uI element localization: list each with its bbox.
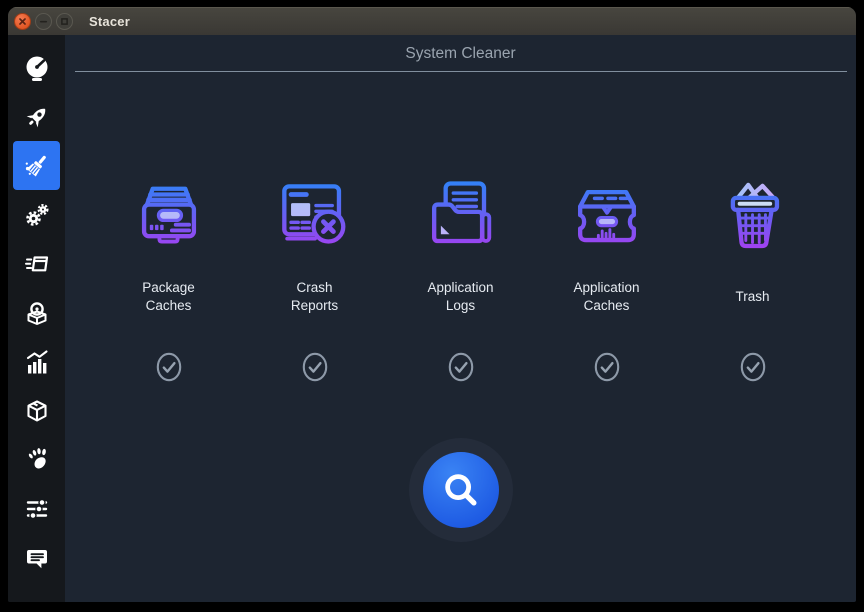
broom-icon <box>23 152 51 180</box>
titlebar: Stacer <box>8 7 856 35</box>
check-circle-icon[interactable] <box>302 352 328 382</box>
category-label: Package Caches <box>126 276 212 318</box>
search-icon <box>440 469 482 511</box>
sidebar <box>8 35 65 602</box>
sidebar-item-settings[interactable] <box>13 484 60 533</box>
check-circle-icon[interactable] <box>448 352 474 382</box>
scan-row <box>65 438 856 542</box>
sliders-icon <box>23 495 51 523</box>
category-trash: Trash <box>680 172 826 382</box>
chat-bubble-icon <box>23 544 51 572</box>
maximize-button[interactable] <box>56 13 73 30</box>
trash-icon <box>707 172 799 264</box>
crash-reports-icon <box>269 172 361 264</box>
sidebar-item-system-cleaner[interactable] <box>13 141 60 190</box>
main-content: System Cleaner <box>65 35 856 602</box>
check-circle-icon[interactable] <box>594 352 620 382</box>
application-logs-icon <box>415 172 507 264</box>
box-disc-icon <box>23 299 51 327</box>
check-circle-icon[interactable] <box>156 352 182 382</box>
sidebar-item-services[interactable] <box>13 190 60 239</box>
gnome-foot-icon <box>23 446 51 474</box>
sidebar-item-feedback[interactable] <box>13 533 60 582</box>
category-label: Crash Reports <box>272 276 358 318</box>
sidebar-item-startup-apps[interactable] <box>13 92 60 141</box>
category-label: Trash <box>735 276 769 318</box>
sidebar-item-processes[interactable] <box>13 239 60 288</box>
category-label: Application Logs <box>418 276 504 318</box>
check-circle-icon[interactable] <box>740 352 766 382</box>
cube-icon <box>23 397 51 425</box>
gauge-icon <box>23 54 51 82</box>
minimize-button[interactable] <box>35 13 52 30</box>
sidebar-item-resources[interactable] <box>13 337 60 386</box>
rocket-icon <box>23 103 51 131</box>
sidebar-item-uninstaller[interactable] <box>13 288 60 337</box>
chart-icon <box>23 348 51 376</box>
category-application-logs: Application Logs <box>388 172 534 382</box>
header-divider <box>75 71 847 72</box>
gears-icon <box>23 201 51 229</box>
minimize-icon <box>39 17 48 26</box>
stacer-window: Stacer <box>8 7 856 602</box>
category-crash-reports: Crash Reports <box>242 172 388 382</box>
category-application-caches: Application Caches <box>534 172 680 382</box>
scan-button[interactable] <box>423 452 499 528</box>
close-icon <box>18 17 27 26</box>
sidebar-item-dashboard[interactable] <box>13 43 60 92</box>
desktop-background: Stacer <box>0 0 864 612</box>
window-title: Stacer <box>89 14 130 29</box>
maximize-icon <box>60 17 69 26</box>
page-title: System Cleaner <box>65 35 856 63</box>
speed-folder-icon <box>23 250 51 278</box>
close-button[interactable] <box>14 13 31 30</box>
sidebar-item-helpers[interactable] <box>13 386 60 435</box>
package-caches-icon <box>123 172 215 264</box>
scan-button-halo <box>409 438 513 542</box>
application-caches-icon <box>561 172 653 264</box>
sidebar-item-gnome-settings[interactable] <box>13 435 60 484</box>
category-package-caches: Package Caches <box>96 172 242 382</box>
cleaner-categories: Package Caches <box>65 172 856 382</box>
category-label: Application Caches <box>564 276 650 318</box>
